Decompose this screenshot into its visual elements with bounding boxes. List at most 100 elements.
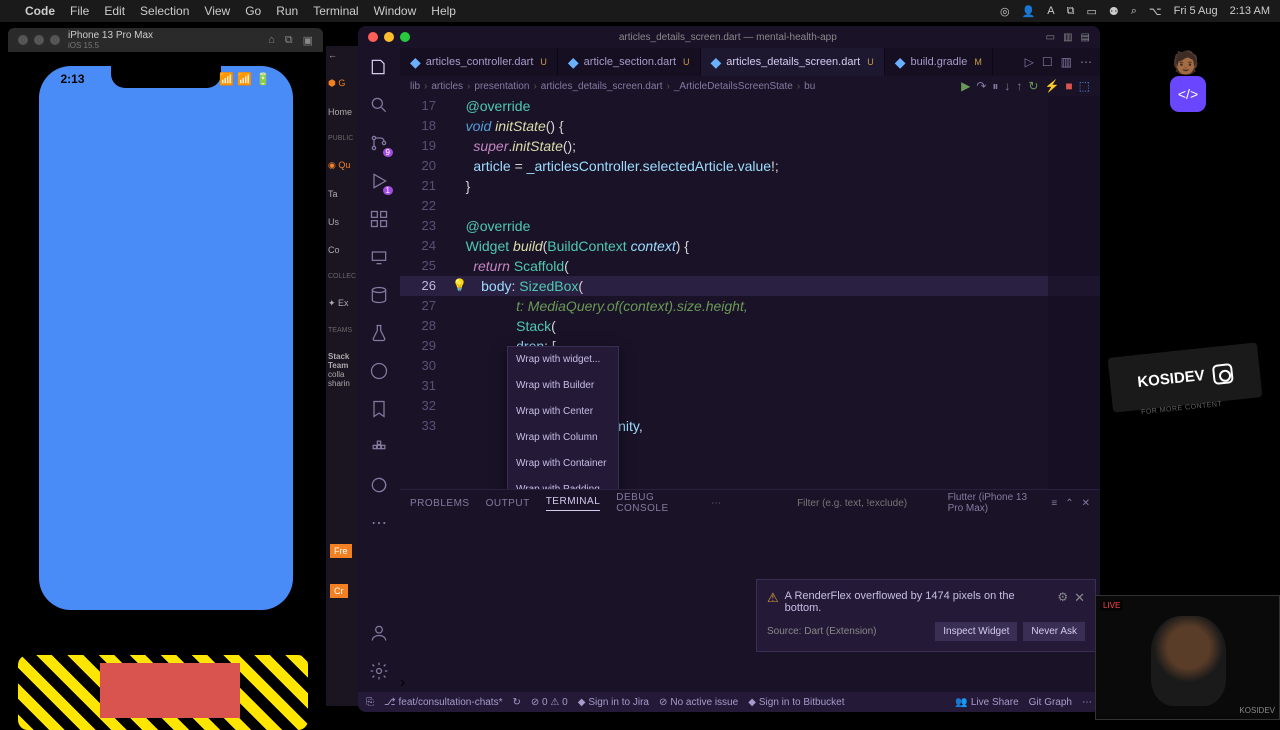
status-sync[interactable]: ↻ xyxy=(512,697,520,708)
never-ask-button[interactable]: Never Ask xyxy=(1023,622,1085,641)
breadcrumb[interactable]: lib›articles›presentation›articles_detai… xyxy=(400,76,1100,96)
account-icon[interactable] xyxy=(368,622,390,644)
explorer-icon[interactable] xyxy=(368,56,390,78)
flask-icon[interactable] xyxy=(368,322,390,344)
menu-window[interactable]: Window xyxy=(374,4,417,18)
quickfix-item[interactable]: Wrap with Builder xyxy=(508,373,618,399)
more-tabs-icon[interactable]: ⋯ xyxy=(1080,55,1092,69)
status-branch[interactable]: ⎇ feat/consultation-chats* xyxy=(384,697,502,708)
quickfix-item[interactable]: Wrap with Padding xyxy=(508,477,618,489)
code-line[interactable]: 27 t: MediaQuery.of(context).size.height… xyxy=(400,296,1100,316)
sim-screenshot-icon[interactable]: ⧉ xyxy=(285,34,293,47)
editor-tab[interactable]: ◆article_section.dartU xyxy=(558,48,701,76)
breadcrumb-segment[interactable]: _ArticleDetailsScreenState xyxy=(674,81,793,92)
tab-more[interactable]: ⋯ xyxy=(711,498,721,509)
tab-output[interactable]: OUTPUT xyxy=(486,498,530,509)
code-editor[interactable]: 17 @override18 void initState() {19 supe… xyxy=(400,96,1100,489)
menubar-date[interactable]: Fri 5 Aug xyxy=(1174,5,1218,17)
inspect-widget-button[interactable]: Inspect Widget xyxy=(935,622,1017,641)
search-icon[interactable]: ⌕ xyxy=(1131,5,1137,18)
quickfix-item[interactable]: Wrap with Column xyxy=(508,425,618,451)
breadcrumb-segment[interactable]: lib xyxy=(410,81,420,92)
code-line[interactable]: 30 Lumn( xyxy=(400,356,1100,376)
code-line[interactable]: 17 @override xyxy=(400,96,1100,116)
app-a-icon[interactable]: A xyxy=(1047,5,1054,17)
terminal-max-icon[interactable]: ⌃ xyxy=(1065,498,1073,509)
debug-stepout-icon[interactable]: ↑ xyxy=(1016,79,1022,94)
status-bitbucket[interactable]: ◆ Sign in to Bitbucket xyxy=(748,697,844,708)
debug-restart-icon[interactable]: ↻ xyxy=(1028,79,1038,94)
lightbulb-icon[interactable]: 💡 xyxy=(452,275,467,295)
battery-icon[interactable]: ▭ xyxy=(1086,5,1096,18)
menu-help[interactable]: Help xyxy=(431,4,456,18)
run-debug-icon[interactable]: 1 xyxy=(368,170,390,192)
quickfix-item[interactable]: Wrap with Container xyxy=(508,451,618,477)
github-icon[interactable] xyxy=(368,360,390,382)
sim-home-icon[interactable]: ⌂ xyxy=(268,34,275,47)
terminal-filter-input[interactable] xyxy=(797,498,932,509)
status-gitgraph[interactable]: Git Graph xyxy=(1029,697,1072,708)
breadcrumb-segment[interactable]: presentation xyxy=(474,81,529,92)
code-line[interactable]: 25 return Scaffold( xyxy=(400,256,1100,276)
source-control-icon[interactable]: 9 xyxy=(368,132,390,154)
layout-icon[interactable]: ▥ xyxy=(1063,32,1072,43)
code-line[interactable]: 26 body: SizedBox( xyxy=(400,276,1100,296)
phone-screen[interactable]: 2:13 📶 📶 🔋 xyxy=(39,66,293,610)
terminal-device[interactable]: Flutter (iPhone 13 Pro Max) xyxy=(948,492,1044,514)
editor-tab[interactable]: ◆build.gradleM xyxy=(885,48,993,76)
menu-selection[interactable]: Selection xyxy=(140,4,189,18)
tab-terminal[interactable]: TERMINAL xyxy=(546,496,601,511)
user-icon[interactable]: 👤 xyxy=(1022,5,1036,18)
terminal-body[interactable]: ⚠ A RenderFlex overflowed by 1474 pixels… xyxy=(400,516,1100,674)
search-icon[interactable] xyxy=(368,94,390,116)
status-issue[interactable]: ⊘ No active issue xyxy=(659,697,738,708)
menu-edit[interactable]: Edit xyxy=(104,4,125,18)
remote-icon[interactable] xyxy=(368,246,390,268)
status-liveshare[interactable]: 👥 Live Share xyxy=(955,697,1018,708)
extensions-icon[interactable] xyxy=(368,208,390,230)
status-misc[interactable]: ⋯ xyxy=(1082,697,1092,708)
device-icon[interactable]: ☐ xyxy=(1042,55,1053,69)
control-center-icon[interactable]: ⌥ xyxy=(1149,5,1162,18)
debug-stepover-icon[interactable]: ↷ xyxy=(976,79,986,94)
debug-stop-icon[interactable]: ■ xyxy=(1065,79,1072,94)
code-line[interactable]: 33 idth: double.infinity, xyxy=(400,416,1100,436)
debug-stepin-icon[interactable]: ↓ xyxy=(1004,79,1010,94)
breadcrumb-segment[interactable]: articles_details_screen.dart xyxy=(541,81,663,92)
status-problems[interactable]: ⊘ 0 ⚠ 0 xyxy=(531,697,568,708)
debug-continue-icon[interactable]: ▶ xyxy=(961,79,970,94)
editor-tab[interactable]: ◆articles_controller.dartU xyxy=(400,48,558,76)
code-line[interactable]: 21 } xyxy=(400,176,1100,196)
quickfix-item[interactable]: Wrap with widget... xyxy=(508,347,618,373)
code-line[interactable]: 24 Widget build(BuildContext context) { xyxy=(400,236,1100,256)
sim-rotate-icon[interactable]: ▣ xyxy=(303,34,313,47)
vscode-traffic-lights[interactable] xyxy=(368,32,410,42)
tab-debug-console[interactable]: DEBUG CONSOLE xyxy=(616,492,695,514)
code-line[interactable]: 31 children: [ xyxy=(400,376,1100,396)
debug-pause-icon[interactable]: ⏸ xyxy=(992,79,998,94)
bookmark-icon[interactable] xyxy=(368,398,390,420)
status-jira[interactable]: ◆ Sign in to Jira xyxy=(578,697,649,708)
code-line[interactable]: 22 xyxy=(400,196,1100,216)
menu-go[interactable]: Go xyxy=(245,4,261,18)
debug-inspect-icon[interactable]: ⬚ xyxy=(1079,79,1090,94)
stopwatch-icon[interactable]: ◎ xyxy=(1000,5,1010,18)
code-line[interactable]: 20 article = _articlesController.selecte… xyxy=(400,156,1100,176)
menu-run[interactable]: Run xyxy=(276,4,298,18)
menu-view[interactable]: View xyxy=(204,4,230,18)
settings-gear-icon[interactable] xyxy=(368,660,390,682)
run-start-icon[interactable]: ▷ xyxy=(1025,55,1034,69)
split-editor-icon[interactable]: ▥ xyxy=(1061,55,1072,69)
menu-file[interactable]: File xyxy=(70,4,89,18)
database-icon[interactable] xyxy=(368,284,390,306)
code-line[interactable]: 32 Container( xyxy=(400,396,1100,416)
menubar-time[interactable]: 2:13 AM xyxy=(1230,5,1270,17)
panel-toggle-icon[interactable]: ▭ xyxy=(1046,32,1055,43)
liveshare-icon[interactable] xyxy=(368,474,390,496)
display-icon[interactable]: ⧉ xyxy=(1067,5,1075,18)
code-line[interactable]: 28 Stack( xyxy=(400,316,1100,336)
docker-icon[interactable] xyxy=(368,436,390,458)
code-line[interactable]: 23 @override xyxy=(400,216,1100,236)
notification-gear-icon[interactable]: ⚙ xyxy=(1057,590,1068,604)
tab-problems[interactable]: PROBLEMS xyxy=(410,498,470,509)
